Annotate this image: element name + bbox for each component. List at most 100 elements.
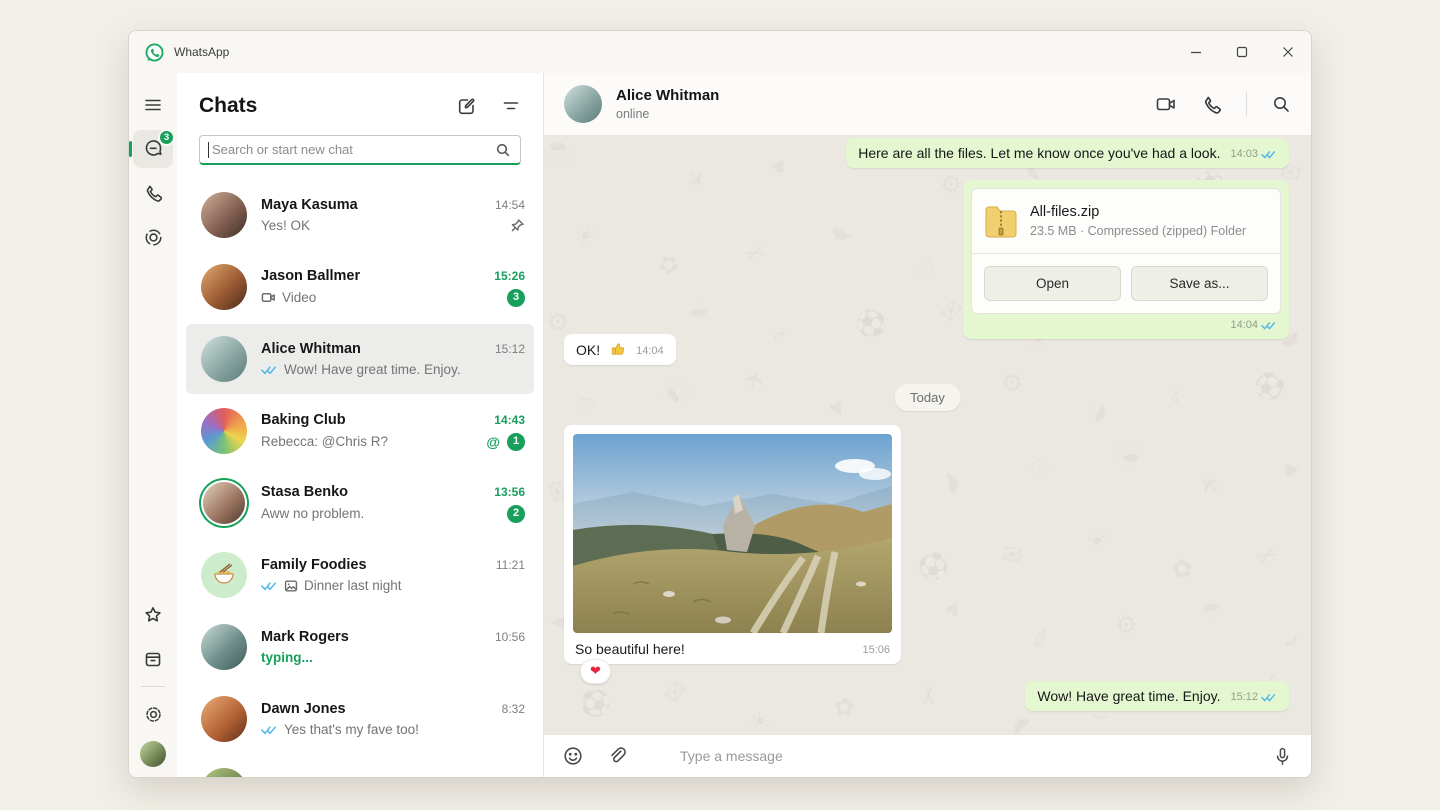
file-card: All-files.zip 23.5 MB · Compressed (zipp… — [971, 188, 1281, 314]
emoji-picker-button[interactable] — [562, 745, 584, 767]
nav-calls[interactable] — [133, 174, 173, 212]
message-time: 14:04 — [636, 346, 664, 357]
message-incoming-photo[interactable]: So beautiful here! 15:06 — [564, 425, 901, 664]
chat-time: 8:32 — [494, 702, 525, 716]
chat-name: Dawn Jones — [261, 701, 346, 717]
avatar — [201, 624, 247, 670]
panel-title: Chats — [199, 94, 257, 118]
chat-row-baking-club[interactable]: Baking Club 14:43 Rebecca: @Chris R? @ 1 — [177, 395, 543, 467]
chat-name: Jason Ballmer — [261, 268, 360, 284]
chat-time: 10:56 — [487, 630, 525, 644]
filter-chats-icon[interactable] — [501, 96, 521, 116]
message-outgoing-files[interactable]: Here are all the files. Let me know once… — [846, 138, 1289, 168]
attach-file-button[interactable] — [606, 745, 628, 767]
nav-settings[interactable] — [133, 695, 173, 733]
mention-indicator: @ — [486, 434, 500, 450]
whatsapp-window: WhatsApp 3 — [128, 30, 1312, 778]
chat-row-ziggy[interactable]: Ziggy Woodley 9:12 — [177, 755, 543, 777]
chat-preview: Dinner last night — [304, 578, 402, 593]
new-chat-icon[interactable] — [456, 96, 477, 117]
nav-archived[interactable] — [133, 640, 173, 678]
nav-starred[interactable] — [133, 596, 173, 634]
message-text: OK! — [576, 342, 600, 358]
search-in-chat-button[interactable] — [1271, 94, 1291, 114]
message-outgoing-wow[interactable]: Wow! Have great time. Enjoy. 15:12 — [1025, 681, 1289, 711]
read-ticks-icon — [261, 581, 278, 591]
date-divider: Today — [894, 384, 961, 411]
nav-status[interactable] — [133, 218, 173, 256]
message-input[interactable] — [678, 747, 1260, 765]
minimize-button[interactable] — [1173, 31, 1219, 73]
peer-name[interactable]: Alice Whitman — [616, 87, 719, 104]
nav-chats[interactable]: 3 — [133, 130, 173, 168]
voice-call-button[interactable] — [1201, 94, 1222, 115]
microphone-button[interactable] — [1272, 746, 1293, 767]
pinned-icon — [510, 218, 525, 233]
titlebar: WhatsApp — [129, 31, 1311, 73]
composer-bar — [544, 734, 1311, 777]
whatsapp-logo-icon — [144, 42, 165, 63]
nav-rail: 3 — [129, 73, 177, 777]
chat-preview: Wow! Have great time. Enjoy. — [284, 362, 461, 377]
star-icon — [143, 605, 163, 625]
read-ticks-icon — [1261, 321, 1277, 330]
message-time: 15:12 — [1230, 692, 1258, 703]
thumbs-up-emoji — [610, 341, 626, 358]
chat-row-maya[interactable]: Maya Kasuma 14:54 Yes! OK — [177, 179, 543, 251]
video-call-button[interactable] — [1155, 93, 1177, 115]
chat-row-mark[interactable]: Mark Rogers 10:56 typing... — [177, 611, 543, 683]
chats-unread-badge: 3 — [158, 129, 175, 146]
photo-mountain-landscape[interactable] — [573, 434, 892, 633]
chat-name: Mark Rogers — [261, 629, 349, 645]
unread-badge: 1 — [507, 433, 525, 451]
chat-row-stasa[interactable]: Stasa Benko 13:56 Aww no problem. 2 — [177, 467, 543, 539]
read-ticks-icon — [261, 725, 278, 735]
chat-row-family-foodies[interactable]: Family Foodies 11:21 Dinner last night — [177, 539, 543, 611]
message-time: 14:04 — [1230, 320, 1258, 331]
chat-list: Maya Kasuma 14:54 Yes! OK — [177, 179, 543, 777]
chat-name: Family Foodies — [261, 557, 367, 573]
close-button[interactable] — [1265, 31, 1311, 73]
file-meta: 23.5 MB · Compressed (zipped) Folder — [1030, 224, 1246, 238]
gear-icon — [143, 704, 164, 725]
chat-time: 14:54 — [487, 198, 525, 212]
chat-preview: Yes! OK — [261, 218, 310, 233]
chat-row-alice[interactable]: Alice Whitman 15:12 Wow! Have great time… — [177, 323, 543, 395]
window-controls — [1173, 31, 1311, 73]
peer-status: online — [616, 107, 719, 121]
avatar — [201, 768, 247, 777]
chat-row-dawn[interactable]: Dawn Jones 8:32 Yes that's my fave too! — [177, 683, 543, 755]
archive-icon — [143, 649, 163, 669]
message-incoming-ok[interactable]: OK! 14:04 — [564, 334, 676, 365]
avatar — [201, 552, 247, 598]
read-ticks-icon — [1261, 150, 1277, 159]
conversation-pane: Alice Whitman online ☕✈♥ — [544, 73, 1311, 777]
conversation-header: Alice Whitman online — [544, 73, 1311, 136]
photo-attachment-icon — [284, 579, 298, 593]
photo-caption: So beautiful here! — [575, 641, 685, 657]
chat-time: 15:12 — [487, 342, 525, 356]
video-call-icon — [261, 290, 276, 305]
search-input[interactable] — [199, 135, 521, 165]
chat-time: 13:56 — [486, 485, 525, 499]
profile-avatar[interactable] — [140, 741, 166, 767]
avatar — [201, 336, 247, 382]
app-title: WhatsApp — [174, 45, 229, 59]
chat-preview: Video — [282, 290, 316, 305]
noodle-bowl-icon — [211, 562, 237, 588]
phone-icon — [143, 183, 163, 203]
heart-reaction[interactable]: ❤ — [580, 659, 611, 684]
message-time: 15:06 — [862, 645, 890, 656]
peer-avatar[interactable] — [564, 85, 602, 123]
chat-row-jason[interactable]: Jason Ballmer 15:26 Video 3 — [177, 251, 543, 323]
message-time: 14:03 — [1230, 149, 1258, 160]
maximize-button[interactable] — [1219, 31, 1265, 73]
message-area[interactable]: ☕✈♥✎⚙☂♪⚽✉☀✿✂☁♨☕✈♥✎⚙☂♪⚽✉☀✿✂☁♨☕✈♥✎⚙☂♪⚽✉☀✿✂… — [544, 136, 1311, 734]
chat-preview: Aww no problem. — [261, 506, 364, 521]
open-file-button[interactable]: Open — [984, 266, 1121, 301]
typing-indicator: typing... — [261, 650, 313, 665]
message-outgoing-file-attachment[interactable]: All-files.zip 23.5 MB · Compressed (zipp… — [963, 180, 1289, 339]
chat-name: Maya Kasuma — [261, 197, 358, 213]
save-as-button[interactable]: Save as... — [1131, 266, 1268, 301]
menu-button[interactable] — [133, 86, 173, 124]
